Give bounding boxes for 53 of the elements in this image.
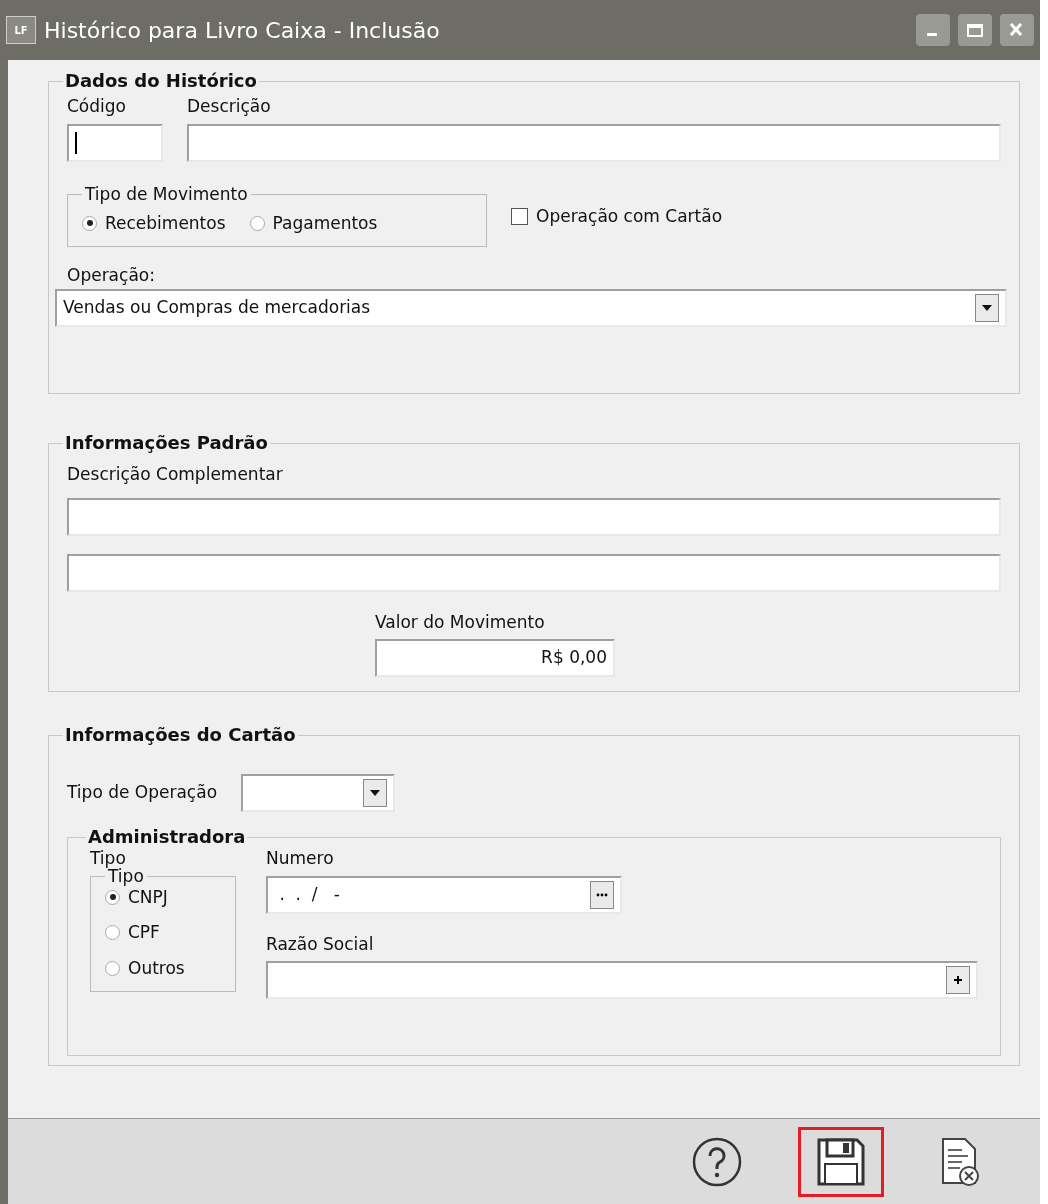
field-label: Descrição: [187, 95, 272, 118]
field-label: Tipo: [90, 847, 126, 869]
card-operation-checkbox[interactable]: Operação com Cartão: [511, 203, 723, 229]
plus-button[interactable]: [946, 966, 970, 994]
caret-icon: [981, 303, 993, 312]
group-title: Informações do Cartão: [64, 726, 297, 744]
close-icon: [1009, 22, 1023, 37]
group-title: Informações Padrão: [64, 434, 269, 452]
maximize-button[interactable]: [958, 14, 992, 46]
close-button[interactable]: [1000, 14, 1034, 46]
group-label: Tipo: [107, 867, 145, 885]
radio-label[interactable]: Recebimentos: [105, 210, 226, 236]
company-name-field[interactable]: [266, 961, 978, 999]
radio-button[interactable]: [249, 215, 265, 231]
minimize-icon: [927, 33, 937, 36]
number-field[interactable]: . . / -: [266, 875, 622, 914]
field-label: Operação:: [67, 264, 155, 287]
radio-button[interactable]: [105, 925, 120, 941]
field-label: Descrição Complementar: [67, 463, 283, 486]
radio-label[interactable]: CPF: [128, 920, 160, 946]
complement-field[interactable]: [67, 497, 1001, 536]
maximize-icon: [967, 24, 983, 37]
radio-label[interactable]: Outros: [128, 955, 185, 981]
complement-field[interactable]: [67, 553, 1001, 592]
group-title: Dados do Histórico: [64, 72, 258, 90]
amount-field[interactable]: R$ 0,00: [375, 639, 615, 677]
window-title: Histórico para Livro Caixa - Inclusão: [44, 16, 441, 45]
radio-button[interactable]: [105, 960, 120, 976]
description-field[interactable]: [187, 123, 1001, 162]
group-label: Tipo de Movimento: [84, 185, 249, 203]
operation-dropdown[interactable]: Vendas ou Compras de mercadorias: [55, 288, 1007, 327]
code-field[interactable]: [67, 123, 163, 162]
minimize-button[interactable]: [916, 14, 950, 46]
ellipsis-icon: [596, 892, 608, 897]
field-label: Numero: [266, 847, 335, 870]
radio-button[interactable]: [105, 889, 120, 905]
radio-label[interactable]: Pagamentos: [272, 210, 378, 236]
save-button[interactable]: [798, 1126, 884, 1197]
field-label: Código: [67, 95, 127, 118]
document-cancel-icon: [942, 1137, 979, 1186]
field-label: Valor do Movimento: [375, 610, 546, 634]
caret-icon: [369, 789, 382, 797]
field-label: Tipo de Operação: [67, 781, 218, 805]
ellipsis-button[interactable]: [590, 880, 614, 909]
group-title: Administradora: [87, 828, 247, 846]
dropdown-button[interactable]: [363, 779, 388, 807]
plus-icon: [953, 975, 963, 985]
app-icon: LF: [6, 16, 36, 44]
dropdown-button[interactable]: [975, 293, 999, 322]
help-icon: [692, 1137, 742, 1186]
radio-button[interactable]: [82, 215, 97, 231]
radio-label[interactable]: CNPJ: [128, 884, 168, 910]
field-label: Razão Social: [266, 932, 375, 956]
